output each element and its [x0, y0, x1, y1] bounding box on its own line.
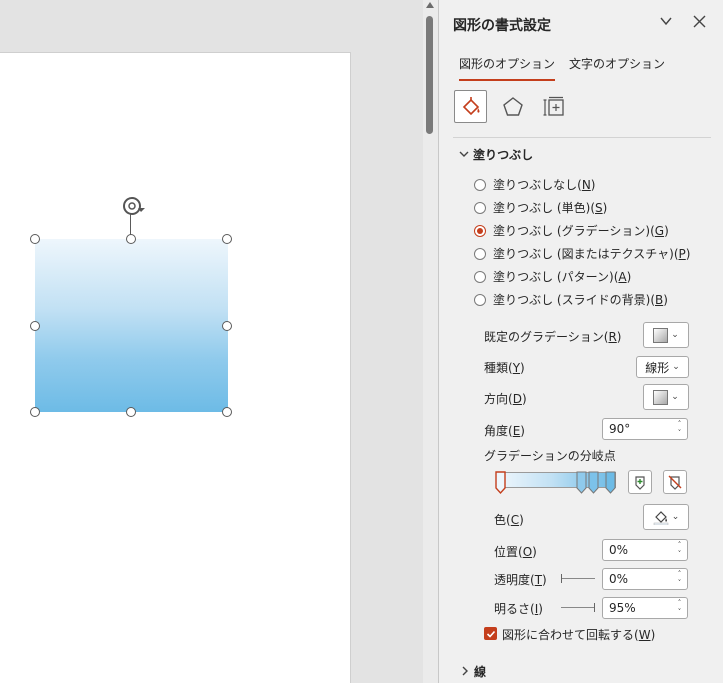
gradient-rectangle-shape[interactable]: [35, 239, 228, 412]
gradient-stop[interactable]: [605, 471, 616, 495]
radio-button[interactable]: [474, 247, 486, 260]
gradient-type-value: 線形: [645, 360, 670, 375]
pane-divider: [453, 137, 711, 138]
tab-text-options[interactable]: 文字のオプション: [569, 55, 665, 79]
stop-color-dropdown[interactable]: ⌄: [643, 504, 689, 530]
gradient-angle-value: 90°: [609, 422, 631, 436]
chevron-down-icon: ⌄: [671, 512, 680, 522]
resize-handle-top-right[interactable]: [222, 234, 232, 244]
gradient-stop[interactable]: [588, 471, 599, 495]
radio-button[interactable]: [474, 270, 486, 283]
close-icon[interactable]: [690, 14, 708, 32]
fill-section-header[interactable]: 塗りつぶし: [459, 146, 533, 163]
add-gradient-stop-button[interactable]: [628, 470, 652, 494]
slide-canvas[interactable]: [0, 0, 423, 683]
gradient-type-label: 種類(Y): [484, 361, 525, 375]
scroll-up-arrow-icon[interactable]: [426, 2, 434, 8]
gradient-direction-label: 方向(D): [484, 392, 527, 406]
paint-bucket-icon: [653, 511, 668, 525]
fill-option-pattern[interactable]: 塗りつぶし (パターン)(A): [474, 268, 631, 285]
radio-button[interactable]: [474, 201, 486, 214]
radio-button[interactable]: [474, 293, 486, 306]
stop-position-label: 位置(O): [494, 545, 537, 559]
brightness-label: 明るさ(I): [494, 602, 543, 616]
radio-button[interactable]: [474, 178, 486, 191]
fill-option-none[interactable]: 塗りつぶしなし(N): [474, 176, 595, 193]
fill-option-gradient[interactable]: 塗りつぶし (グラデーション)(G): [474, 222, 669, 239]
paint-bucket-icon: [462, 96, 480, 115]
fill-option-label: 塗りつぶしなし(N): [493, 178, 596, 192]
tab-shape-options[interactable]: 図形のオプション: [459, 55, 556, 81]
gradient-stop-selected[interactable]: [495, 471, 506, 495]
stop-color-label: 色(C): [494, 513, 524, 527]
transparency-slider[interactable]: [561, 574, 595, 583]
size-properties-icon: [543, 96, 564, 116]
spinner-arrows-icon[interactable]: ˄ ˅: [675, 541, 684, 559]
brightness-slider[interactable]: [561, 603, 595, 612]
fill-and-line-category-button[interactable]: [454, 90, 487, 123]
gradient-direction-dropdown[interactable]: ⌄: [643, 384, 689, 410]
rotate-handle-icon[interactable]: [121, 195, 147, 217]
checkmark-icon: [486, 630, 495, 638]
fill-section-label: 塗りつぶし: [473, 148, 534, 162]
preset-gradient-dropdown[interactable]: ⌄: [643, 322, 689, 348]
gradient-type-dropdown[interactable]: 線形 ⌄: [636, 356, 689, 378]
effects-category-button[interactable]: [496, 90, 529, 123]
chevron-right-icon: [460, 665, 474, 679]
spinner-arrows-icon[interactable]: ˄ ˅: [675, 570, 684, 588]
pentagon-icon: [502, 96, 523, 116]
fill-option-slide-background[interactable]: 塗りつぶし (スライドの背景)(B): [474, 291, 668, 308]
transparency-value: 0%: [609, 572, 629, 586]
fill-option-label: 塗りつぶし (単色)(S): [493, 201, 608, 215]
spinner-arrows-icon[interactable]: ˄ ˅: [675, 420, 684, 438]
resize-handle-top-left[interactable]: [30, 234, 40, 244]
gradient-stops-label: グラデーションの分岐点: [484, 449, 616, 463]
line-section-header[interactable]: 線: [460, 663, 486, 680]
pane-title: 図形の書式設定: [453, 18, 551, 34]
line-section-label: 線: [474, 665, 487, 679]
vertical-scrollbar[interactable]: [423, 0, 438, 683]
resize-handle-top[interactable]: [126, 234, 136, 244]
transparency-spinner[interactable]: 0% ˄ ˅: [602, 568, 688, 590]
resize-handle-bottom-left[interactable]: [30, 407, 40, 417]
preset-gradient-label: 既定のグラデーション(R): [484, 330, 622, 344]
fill-option-label: 塗りつぶし (図またはテクスチャ)(P): [493, 247, 691, 261]
spinner-arrows-icon[interactable]: ˄ ˅: [675, 599, 684, 617]
resize-handle-bottom[interactable]: [126, 407, 136, 417]
remove-gradient-stop-button[interactable]: [663, 470, 687, 494]
chevron-down-icon: ⌄: [671, 392, 679, 402]
transparency-label: 透明度(T): [494, 573, 547, 587]
brightness-value: 95%: [609, 601, 636, 615]
rotate-with-shape-checkbox[interactable]: [484, 627, 497, 640]
chevron-down-icon: ⌄: [671, 330, 679, 340]
pane-options-chevron-icon[interactable]: [657, 14, 675, 32]
size-and-properties-category-button[interactable]: [538, 90, 571, 123]
stop-position-spinner[interactable]: 0% ˄ ˅: [602, 539, 688, 561]
chevron-down-icon: [459, 148, 473, 162]
brightness-spinner[interactable]: 95% ˄ ˅: [602, 597, 688, 619]
chevron-down-icon: ⌄: [672, 362, 680, 372]
gradient-angle-spinner[interactable]: 90° ˄ ˅: [602, 418, 688, 440]
resize-handle-left[interactable]: [30, 321, 40, 331]
stop-position-value: 0%: [609, 543, 629, 557]
gradient-angle-label: 角度(E): [484, 424, 525, 438]
fill-option-label: 塗りつぶし (パターン)(A): [493, 270, 632, 284]
gradient-swatch-icon: [653, 327, 669, 343]
gradient-swatch-icon: [653, 389, 669, 405]
resize-handle-bottom-right[interactable]: [222, 407, 232, 417]
remove-stop-icon: [668, 475, 682, 490]
fill-option-solid[interactable]: 塗りつぶし (単色)(S): [474, 199, 607, 216]
resize-handle-right[interactable]: [222, 321, 232, 331]
fill-option-label: 塗りつぶし (グラデーション)(G): [493, 224, 669, 238]
add-stop-icon: [635, 476, 645, 490]
scrollbar-thumb[interactable]: [426, 16, 433, 134]
radio-button-selected[interactable]: [474, 224, 486, 237]
fill-option-label: 塗りつぶし (スライドの背景)(B): [493, 293, 668, 307]
fill-option-picture[interactable]: 塗りつぶし (図またはテクスチャ)(P): [474, 245, 690, 262]
rotate-with-shape-label[interactable]: 図形に合わせて回転する(W): [502, 626, 655, 643]
gradient-stop[interactable]: [576, 471, 587, 495]
